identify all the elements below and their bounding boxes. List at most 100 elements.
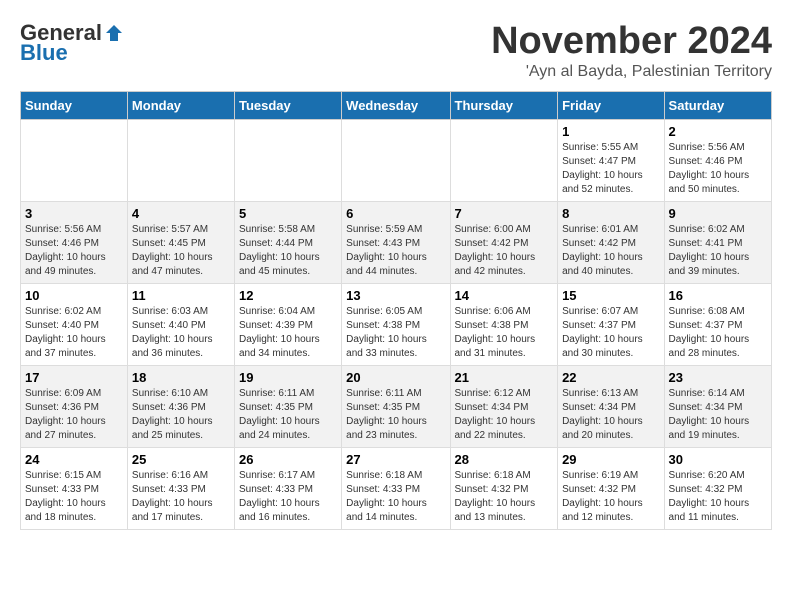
day-number: 26 — [239, 452, 337, 467]
day-info: Sunrise: 6:02 AM Sunset: 4:41 PM Dayligh… — [669, 223, 767, 279]
day-header: Thursday — [450, 92, 558, 120]
calendar-cell: 1 Sunrise: 5:55 AM Sunset: 4:47 PM Daylig… — [558, 120, 664, 202]
calendar-cell: 5 Sunrise: 5:58 AM Sunset: 4:44 PM Daylig… — [234, 202, 341, 284]
calendar-cell: 26 Sunrise: 6:17 AM Sunset: 4:33 PM Dayli… — [234, 448, 341, 530]
day-info: Sunrise: 6:13 AM Sunset: 4:34 PM Dayligh… — [562, 387, 659, 443]
calendar-cell: 21 Sunrise: 6:12 AM Sunset: 4:34 PM Dayli… — [450, 366, 558, 448]
calendar-cell: 7 Sunrise: 6:00 AM Sunset: 4:42 PM Daylig… — [450, 202, 558, 284]
day-info: Sunrise: 6:02 AM Sunset: 4:40 PM Dayligh… — [25, 305, 123, 361]
day-header: Wednesday — [342, 92, 450, 120]
location-title: 'Ayn al Bayda, Palestinian Territory — [491, 63, 772, 81]
day-number: 1 — [562, 124, 659, 139]
calendar-cell: 17Sunrise: 6:09 AM Sunset: 4:36 PM Dayli… — [21, 366, 128, 448]
day-number: 28 — [455, 452, 554, 467]
day-number: 6 — [346, 206, 445, 221]
day-header: Friday — [558, 92, 664, 120]
day-info: Sunrise: 6:14 AM Sunset: 4:34 PM Dayligh… — [669, 387, 767, 443]
day-number: 5 — [239, 206, 337, 221]
day-number: 16 — [669, 288, 767, 303]
calendar-cell: 29 Sunrise: 6:19 AM Sunset: 4:32 PM Dayli… — [558, 448, 664, 530]
day-info: Sunrise: 5:55 AM Sunset: 4:47 PM Dayligh… — [562, 141, 659, 197]
day-number: 10 — [25, 288, 123, 303]
logo: General Blue — [20, 20, 126, 66]
calendar-cell: 6 Sunrise: 5:59 AM Sunset: 4:43 PM Daylig… — [342, 202, 450, 284]
day-number: 30 — [669, 452, 767, 467]
day-info: Sunrise: 6:05 AM Sunset: 4:38 PM Dayligh… — [346, 305, 445, 361]
calendar-cell: 25 Sunrise: 6:16 AM Sunset: 4:33 PM Dayli… — [127, 448, 234, 530]
calendar-cell: 15 Sunrise: 6:07 AM Sunset: 4:37 PM Dayli… — [558, 284, 664, 366]
calendar-cell: 14 Sunrise: 6:06 AM Sunset: 4:38 PM Dayli… — [450, 284, 558, 366]
title-block: November 2024 'Ayn al Bayda, Palestinian… — [491, 20, 772, 81]
day-number: 14 — [455, 288, 554, 303]
day-number: 21 — [455, 370, 554, 385]
calendar-cell: 11 Sunrise: 6:03 AM Sunset: 4:40 PM Dayli… — [127, 284, 234, 366]
day-info: Sunrise: 6:19 AM Sunset: 4:32 PM Dayligh… — [562, 469, 659, 525]
day-info: Sunrise: 5:56 AM Sunset: 4:46 PM Dayligh… — [669, 141, 767, 197]
day-info: Sunrise: 6:09 AM Sunset: 4:36 PM Dayligh… — [25, 387, 123, 443]
day-number: 29 — [562, 452, 659, 467]
day-number: 3 — [25, 206, 123, 221]
calendar-cell: 20 Sunrise: 6:11 AM Sunset: 4:35 PM Dayli… — [342, 366, 450, 448]
day-header: Sunday — [21, 92, 128, 120]
calendar-cell: 28 Sunrise: 6:18 AM Sunset: 4:32 PM Dayli… — [450, 448, 558, 530]
day-number: 11 — [132, 288, 230, 303]
calendar-cell — [127, 120, 234, 202]
day-number: 15 — [562, 288, 659, 303]
day-info: Sunrise: 6:00 AM Sunset: 4:42 PM Dayligh… — [455, 223, 554, 279]
calendar-cell: 4Sunrise: 5:57 AM Sunset: 4:45 PM Daylig… — [127, 202, 234, 284]
calendar-cell — [21, 120, 128, 202]
logo-icon — [104, 23, 124, 43]
calendar-cell — [234, 120, 341, 202]
calendar-cell: 22 Sunrise: 6:13 AM Sunset: 4:34 PM Dayli… — [558, 366, 664, 448]
day-number: 13 — [346, 288, 445, 303]
day-info: Sunrise: 6:11 AM Sunset: 4:35 PM Dayligh… — [346, 387, 445, 443]
day-info: Sunrise: 6:03 AM Sunset: 4:40 PM Dayligh… — [132, 305, 230, 361]
day-number: 7 — [455, 206, 554, 221]
calendar-cell: 3 Sunrise: 5:56 AM Sunset: 4:46 PM Daylig… — [21, 202, 128, 284]
day-info: Sunrise: 5:57 AM Sunset: 4:45 PM Dayligh… — [132, 223, 230, 279]
day-header: Monday — [127, 92, 234, 120]
day-info: Sunrise: 6:15 AM Sunset: 4:33 PM Dayligh… — [25, 469, 123, 525]
calendar-cell — [342, 120, 450, 202]
day-info: Sunrise: 5:58 AM Sunset: 4:44 PM Dayligh… — [239, 223, 337, 279]
calendar-cell: 9 Sunrise: 6:02 AM Sunset: 4:41 PM Daylig… — [664, 202, 771, 284]
day-number: 12 — [239, 288, 337, 303]
calendar-cell: 24 Sunrise: 6:15 AM Sunset: 4:33 PM Dayli… — [21, 448, 128, 530]
day-number: 23 — [669, 370, 767, 385]
day-info: Sunrise: 6:11 AM Sunset: 4:35 PM Dayligh… — [239, 387, 337, 443]
day-number: 25 — [132, 452, 230, 467]
day-number: 22 — [562, 370, 659, 385]
calendar-cell — [450, 120, 558, 202]
day-number: 19 — [239, 370, 337, 385]
day-info: Sunrise: 5:56 AM Sunset: 4:46 PM Dayligh… — [25, 223, 123, 279]
day-info: Sunrise: 6:06 AM Sunset: 4:38 PM Dayligh… — [455, 305, 554, 361]
calendar-cell: 8Sunrise: 6:01 AM Sunset: 4:42 PM Daylig… — [558, 202, 664, 284]
day-number: 9 — [669, 206, 767, 221]
day-number: 2 — [669, 124, 767, 139]
day-info: Sunrise: 6:18 AM Sunset: 4:33 PM Dayligh… — [346, 469, 445, 525]
day-info: Sunrise: 6:07 AM Sunset: 4:37 PM Dayligh… — [562, 305, 659, 361]
day-info: Sunrise: 6:17 AM Sunset: 4:33 PM Dayligh… — [239, 469, 337, 525]
day-info: Sunrise: 5:59 AM Sunset: 4:43 PM Dayligh… — [346, 223, 445, 279]
calendar-cell: 27Sunrise: 6:18 AM Sunset: 4:33 PM Dayli… — [342, 448, 450, 530]
day-info: Sunrise: 6:18 AM Sunset: 4:32 PM Dayligh… — [455, 469, 554, 525]
calendar-cell: 2 Sunrise: 5:56 AM Sunset: 4:46 PM Daylig… — [664, 120, 771, 202]
day-info: Sunrise: 6:20 AM Sunset: 4:32 PM Dayligh… — [669, 469, 767, 525]
day-number: 24 — [25, 452, 123, 467]
day-header: Tuesday — [234, 92, 341, 120]
calendar-cell: 18 Sunrise: 6:10 AM Sunset: 4:36 PM Dayli… — [127, 366, 234, 448]
page-header: General Blue November 2024 'Ayn al Bayda… — [20, 20, 772, 81]
month-title: November 2024 — [491, 20, 772, 63]
calendar-cell: 12Sunrise: 6:04 AM Sunset: 4:39 PM Dayli… — [234, 284, 341, 366]
logo-blue: Blue — [20, 40, 68, 66]
calendar-cell: 30 Sunrise: 6:20 AM Sunset: 4:32 PM Dayli… — [664, 448, 771, 530]
day-info: Sunrise: 6:10 AM Sunset: 4:36 PM Dayligh… — [132, 387, 230, 443]
day-info: Sunrise: 6:08 AM Sunset: 4:37 PM Dayligh… — [669, 305, 767, 361]
day-info: Sunrise: 6:12 AM Sunset: 4:34 PM Dayligh… — [455, 387, 554, 443]
day-number: 20 — [346, 370, 445, 385]
calendar-table: SundayMondayTuesdayWednesdayThursdayFrid… — [20, 91, 772, 530]
day-info: Sunrise: 6:16 AM Sunset: 4:33 PM Dayligh… — [132, 469, 230, 525]
day-header: Saturday — [664, 92, 771, 120]
day-number: 18 — [132, 370, 230, 385]
day-info: Sunrise: 6:01 AM Sunset: 4:42 PM Dayligh… — [562, 223, 659, 279]
